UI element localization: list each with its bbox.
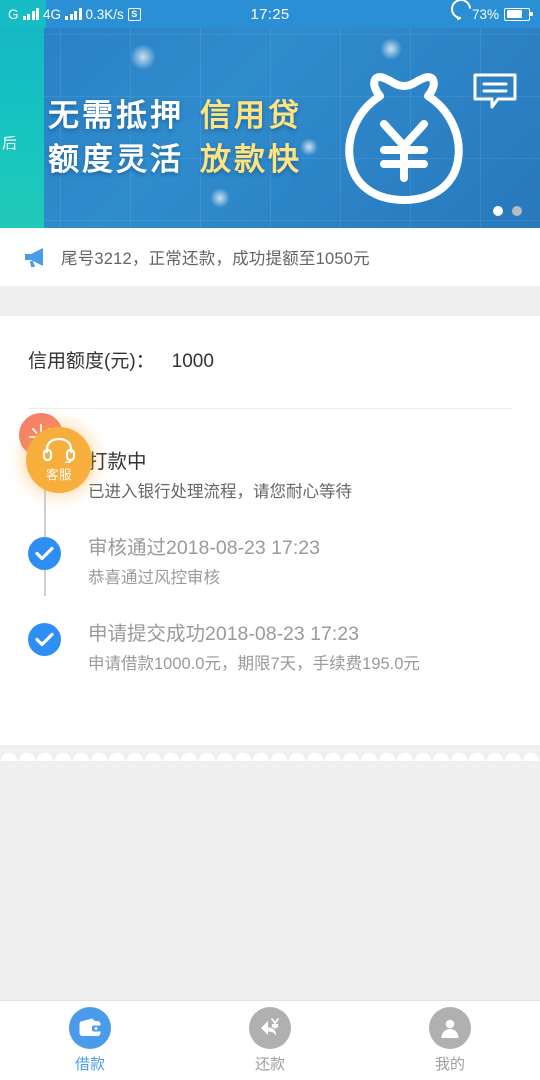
check-circle-icon-2 bbox=[27, 623, 61, 656]
loan-status-card: 信用额度(元)： 1000 打款中 已进入银行处理流程，请您耐心等待 审核通过2… bbox=[0, 316, 540, 761]
battery-icon bbox=[504, 7, 533, 21]
customer-service-label: 客服 bbox=[45, 468, 72, 482]
tab-profile[interactable]: 我的 bbox=[360, 1001, 540, 1080]
money-bag-icon bbox=[345, 73, 463, 204]
announcement-bar[interactable]: 尾号3212，正常还款，成功提额至1050元 bbox=[0, 228, 540, 286]
timeline-marker-approved bbox=[0, 533, 88, 593]
tab-borrow-label: 借款 bbox=[74, 1056, 105, 1073]
tab-repay[interactable]: 还款 bbox=[180, 1001, 360, 1080]
carousel-dot-1[interactable] bbox=[493, 206, 503, 216]
timeline-step-title: 申请提交成功2018-08-23 17:23 bbox=[88, 623, 359, 645]
headset-icon bbox=[42, 437, 76, 463]
credit-limit-label: 信用额度(元)： bbox=[28, 351, 155, 372]
banner-glow-dot-4 bbox=[380, 38, 402, 60]
timeline-step-subtitle: 已进入银行处理流程，请您耐心等待 bbox=[88, 483, 352, 501]
timeline-step-approved: 审核通过2018-08-23 17:23 恭喜通过风控审核 bbox=[0, 533, 540, 593]
carousel-dot-2[interactable] bbox=[512, 206, 522, 216]
status-bar: G 4G 0.3K/s S 17:25 73% bbox=[0, 0, 540, 28]
wallet-icon bbox=[69, 1007, 111, 1049]
timeline-step-title: 打款中 bbox=[88, 451, 147, 473]
battery-percent-label: 73% bbox=[471, 6, 499, 22]
banner-line2-white-text: 额度灵活 bbox=[48, 142, 184, 177]
megaphone-icon bbox=[25, 248, 43, 267]
customer-service-button[interactable]: 客服 bbox=[19, 413, 94, 493]
repay-arrow-icon bbox=[249, 1007, 291, 1049]
loan-progress-timeline: 打款中 已进入银行处理流程，请您耐心等待 审核通过2018-08-23 17:2… bbox=[0, 409, 540, 739]
banner-headline-line-2: 额度灵活 放款快 bbox=[48, 138, 302, 182]
tab-repay-label: 还款 bbox=[254, 1056, 285, 1073]
banner-previous-slide-edge[interactable]: 后 bbox=[0, 28, 44, 228]
section-gap bbox=[0, 286, 540, 316]
customer-service-circle[interactable]: 客服 bbox=[26, 427, 92, 493]
carousel-dots[interactable] bbox=[493, 206, 522, 216]
person-icon bbox=[429, 1007, 471, 1049]
timeline-step-title: 审核通过2018-08-23 17:23 bbox=[88, 537, 320, 559]
tab-profile-label: 我的 bbox=[434, 1056, 465, 1073]
banner-line1-yellow-text: 信用贷 bbox=[200, 98, 302, 133]
bottom-tab-bar[interactable]: 借款 还款 我的 bbox=[0, 1000, 540, 1080]
timeline-step-subtitle: 恭喜通过风控审核 bbox=[88, 569, 220, 587]
credit-limit-row: 信用额度(元)： 1000 bbox=[0, 346, 540, 386]
banner-glow-dot-3 bbox=[210, 188, 230, 208]
banner-line1-white-text: 无需抵押 bbox=[48, 98, 184, 133]
banner-previous-slide-text: 后 bbox=[2, 136, 16, 152]
banner-headline-line-1: 无需抵押 信用贷 bbox=[48, 94, 302, 138]
wifi-icon bbox=[451, 8, 467, 20]
check-circle-icon bbox=[27, 537, 61, 570]
timeline-marker-submitted bbox=[0, 619, 88, 679]
banner-headline: 无需抵押 信用贷 额度灵活 放款快 bbox=[48, 94, 302, 182]
tab-borrow[interactable]: 借款 bbox=[0, 1001, 180, 1080]
promo-banner-carousel[interactable]: 后 无需抵押 信用贷 额度灵活 放款快 bbox=[0, 28, 540, 228]
banner-glow-dot-2 bbox=[300, 138, 318, 156]
credit-limit-value: 1000 bbox=[171, 351, 214, 372]
status-bar-right: 73% bbox=[451, 0, 533, 28]
banner-glow-dot bbox=[130, 44, 156, 70]
announcement-text: 尾号3212，正常还款，成功提额至1050元 bbox=[61, 250, 370, 268]
banner-line2-yellow-text: 放款快 bbox=[200, 142, 302, 177]
timeline-step-subtitle: 申请借款1000.0元，期限7天，手续费195.0元 bbox=[88, 655, 420, 673]
clock-label: 17:25 bbox=[250, 5, 290, 23]
message-bubble-icon[interactable] bbox=[472, 72, 518, 110]
serrated-edge-scallops bbox=[0, 745, 540, 761]
serrated-edge-divider bbox=[0, 739, 540, 761]
timeline-step-submitted: 申请提交成功2018-08-23 17:23 申请借款1000.0元，期限7天，… bbox=[0, 619, 540, 679]
